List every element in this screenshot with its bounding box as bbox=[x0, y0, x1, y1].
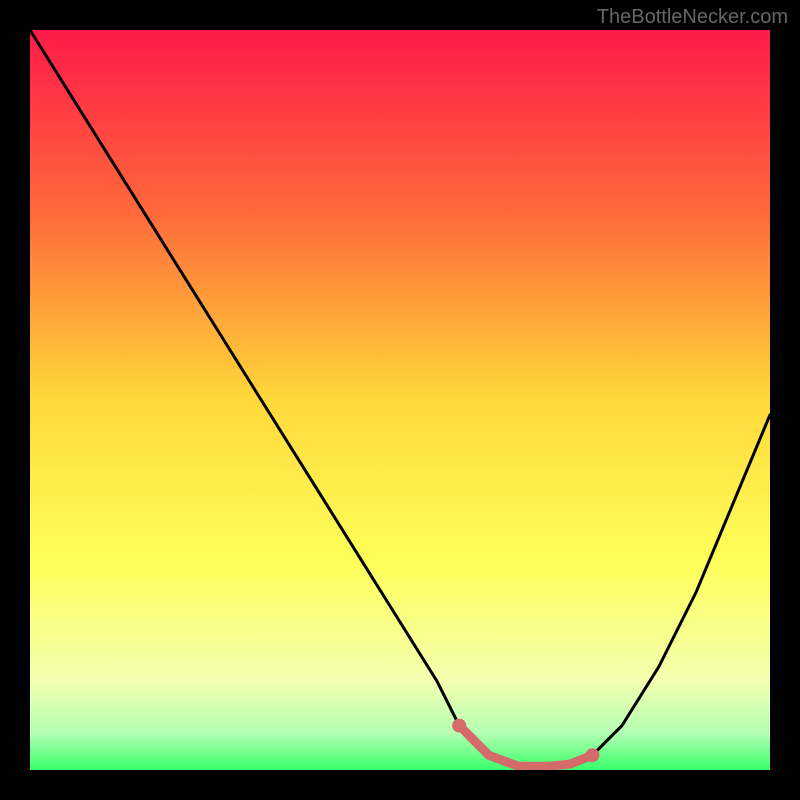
plot-area bbox=[30, 30, 770, 770]
chart-container: TheBottleNecker.com bbox=[0, 0, 800, 800]
watermark-label: TheBottleNecker.com bbox=[597, 6, 788, 29]
chart-svg bbox=[30, 30, 770, 770]
highlight-dot bbox=[452, 719, 466, 733]
highlight-dot bbox=[585, 748, 599, 762]
gradient-background bbox=[30, 30, 770, 770]
